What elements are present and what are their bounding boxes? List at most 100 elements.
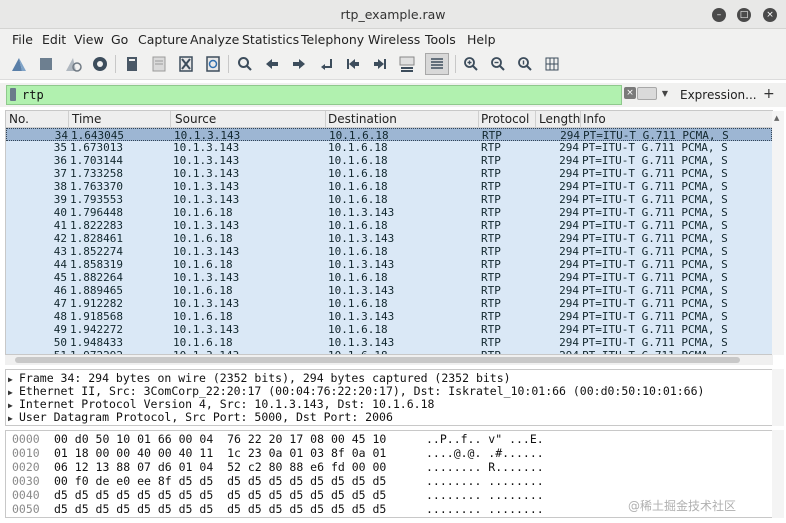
- colorize-packets-icon[interactable]: [425, 53, 449, 75]
- packet-list-scrollbar[interactable]: ▲: [772, 111, 784, 355]
- packet-source: 10.1.3.143: [174, 129, 241, 141]
- menu-telephony[interactable]: Telephony: [301, 32, 364, 47]
- packet-row-selected[interactable]: 34 1.643045 10.1.3.143 10.1.6.18 RTP 294 PT=IT…: [6, 128, 772, 141]
- byte-offset[interactable]: 0010: [12, 447, 40, 460]
- byte-ascii[interactable]: ........ R.......: [426, 461, 544, 474]
- column-divider[interactable]: [68, 111, 69, 128]
- packet-row[interactable]: 45 1.882264 10.1.3.143 10.1.6.18 RTP 294 PT=IT…: [6, 271, 772, 284]
- stop-capture-icon[interactable]: [36, 54, 56, 74]
- byte-offset[interactable]: 0040: [12, 489, 40, 502]
- column-divider[interactable]: [478, 111, 479, 128]
- packet-row[interactable]: 35 1.673013 10.1.3.143 10.1.6.18 RTP 294 PT=IT…: [6, 141, 772, 154]
- column-header-length[interactable]: Length: [539, 112, 580, 126]
- expand-arrow-icon[interactable]: ▶: [8, 425, 19, 426]
- byte-ascii[interactable]: ........ ........: [426, 475, 544, 488]
- packet-list-horizontal-scrollbar[interactable]: [5, 355, 773, 365]
- scroll-up-arrow-icon[interactable]: ▲: [774, 114, 782, 122]
- byte-offset[interactable]: 0030: [12, 475, 40, 488]
- packet-row[interactable]: 38 1.763370 10.1.3.143 10.1.6.18 RTP 294 PT=IT…: [6, 180, 772, 193]
- zoom-in-icon[interactable]: [461, 54, 481, 74]
- column-divider[interactable]: [325, 111, 326, 128]
- column-header-time[interactable]: Time: [72, 112, 101, 126]
- go-back-icon[interactable]: [262, 54, 282, 74]
- packet-row[interactable]: 43 1.852274 10.1.3.143 10.1.6.18 RTP 294 PT=IT…: [6, 245, 772, 258]
- column-divider[interactable]: [535, 111, 536, 128]
- menu-analyze[interactable]: Analyze: [190, 32, 239, 47]
- save-file-icon[interactable]: [149, 54, 169, 74]
- capture-options-icon[interactable]: [90, 54, 110, 74]
- open-file-icon[interactable]: [122, 54, 142, 74]
- byte-hex[interactable]: d5 d5 d5 d5 d5 d5 d5 d5 d5 d5 d5 d5 d5 d…: [54, 503, 386, 516]
- detail-tree-item[interactable]: ▶Real-Time Transport Protocol: [8, 424, 213, 426]
- resize-columns-icon[interactable]: [542, 54, 562, 74]
- packet-list[interactable]: No. Time Source Destination Protocol Len…: [5, 110, 773, 355]
- packet-row[interactable]: 49 1.942272 10.1.3.143 10.1.6.18 RTP 294 PT=IT…: [6, 323, 772, 336]
- menu-tools[interactable]: Tools: [425, 32, 456, 47]
- byte-offset[interactable]: 0050: [12, 503, 40, 516]
- packet-row[interactable]: 48 1.918568 10.1.6.18 10.1.3.143 RTP 294 PT=IT…: [6, 310, 772, 323]
- column-header-source[interactable]: Source: [175, 112, 216, 126]
- menu-view[interactable]: View: [74, 32, 104, 47]
- column-divider[interactable]: [580, 111, 581, 128]
- packet-row[interactable]: 37 1.733258 10.1.3.143 10.1.6.18 RTP 294 PT=IT…: [6, 167, 772, 180]
- menu-edit[interactable]: Edit: [42, 32, 66, 47]
- column-header-destination[interactable]: Destination: [328, 112, 397, 126]
- last-packet-icon[interactable]: [370, 54, 390, 74]
- menu-help[interactable]: Help: [467, 32, 496, 47]
- packet-row[interactable]: 42 1.828461 10.1.6.18 10.1.3.143 RTP 294 PT=IT…: [6, 232, 772, 245]
- bytes-scrollbar[interactable]: [772, 430, 784, 518]
- restart-capture-icon[interactable]: [63, 54, 83, 74]
- byte-ascii[interactable]: ..P..f.. v" ...E.: [426, 433, 544, 446]
- byte-offset[interactable]: 0000: [12, 433, 40, 446]
- zoom-out-icon[interactable]: [488, 54, 508, 74]
- details-scrollbar[interactable]: [772, 369, 784, 426]
- packet-row[interactable]: 40 1.796448 10.1.6.18 10.1.3.143 RTP 294 PT=IT…: [6, 206, 772, 219]
- column-header-info[interactable]: Info: [583, 112, 606, 126]
- packet-row[interactable]: 46 1.889465 10.1.6.18 10.1.3.143 RTP 294 PT=IT…: [6, 284, 772, 297]
- add-filter-button[interactable]: +: [763, 86, 775, 102]
- close-button[interactable]: ×: [763, 8, 777, 22]
- packet-row[interactable]: 44 1.858319 10.1.6.18 10.1.3.143 RTP 294 PT=IT…: [6, 258, 772, 271]
- byte-offset[interactable]: 0020: [12, 461, 40, 474]
- zoom-normal-icon[interactable]: [515, 54, 535, 74]
- expression-button[interactable]: Expression...: [680, 88, 757, 102]
- byte-ascii[interactable]: ........ ........: [426, 489, 544, 502]
- menu-go[interactable]: Go: [111, 32, 128, 47]
- clear-filter-icon[interactable]: ×: [624, 87, 636, 99]
- packet-row[interactable]: 39 1.793553 10.1.3.143 10.1.6.18 RTP 294 PT=IT…: [6, 193, 772, 206]
- close-file-icon[interactable]: [176, 54, 196, 74]
- go-to-packet-icon[interactable]: [316, 54, 336, 74]
- minimize-button[interactable]: –: [712, 8, 726, 22]
- filter-history-dropdown-icon[interactable]: ▼: [659, 87, 671, 100]
- byte-ascii[interactable]: ....@.@. .#......: [426, 447, 544, 460]
- column-header-no[interactable]: No.: [9, 112, 29, 126]
- packet-row[interactable]: 41 1.822283 10.1.3.143 10.1.6.18 RTP 294 PT=IT…: [6, 219, 772, 232]
- shark-fin-start-icon[interactable]: [9, 54, 29, 74]
- column-header-protocol[interactable]: Protocol: [481, 112, 529, 126]
- byte-hex[interactable]: 01 18 00 00 40 00 40 11 1c 23 0a 01 03 8…: [54, 447, 386, 460]
- auto-scroll-icon[interactable]: [397, 54, 417, 74]
- packet-row[interactable]: 36 1.703144 10.1.3.143 10.1.6.18 RTP 294 PT=IT…: [6, 154, 772, 167]
- horizontal-scroll-thumb[interactable]: [15, 357, 740, 363]
- display-filter-input[interactable]: rtp: [6, 85, 622, 105]
- menu-file[interactable]: File: [12, 32, 33, 47]
- column-divider[interactable]: [170, 111, 171, 128]
- filter-bookmark-icon[interactable]: [10, 88, 16, 101]
- byte-hex[interactable]: d5 d5 d5 d5 d5 d5 d5 d5 d5 d5 d5 d5 d5 d…: [54, 489, 386, 502]
- apply-filter-button[interactable]: [637, 87, 657, 100]
- packet-row[interactable]: 50 1.948433 10.1.6.18 10.1.3.143 RTP 294 PT=IT…: [6, 336, 772, 349]
- byte-hex[interactable]: 00 d0 50 10 01 66 00 04 76 22 20 17 08 0…: [54, 433, 386, 446]
- menu-wireless[interactable]: Wireless: [368, 32, 420, 47]
- maximize-button[interactable]: □: [737, 8, 751, 22]
- menu-statistics[interactable]: Statistics: [242, 32, 299, 47]
- reload-file-icon[interactable]: [203, 54, 223, 74]
- byte-ascii[interactable]: ........ ........: [426, 503, 544, 516]
- go-forward-icon[interactable]: [289, 54, 309, 74]
- byte-hex[interactable]: 00 f0 de e0 ee 8f d5 d5 d5 d5 d5 d5 d5 d…: [54, 475, 386, 488]
- find-packet-icon[interactable]: [235, 54, 255, 74]
- packet-row[interactable]: 47 1.912282 10.1.3.143 10.1.6.18 RTP 294 PT=IT…: [6, 297, 772, 310]
- packet-details-pane[interactable]: ▶ Frame 34: 294 bytes on wire (2352 bits)…: [5, 369, 773, 426]
- menu-capture[interactable]: Capture: [138, 32, 188, 47]
- first-packet-icon[interactable]: [343, 54, 363, 74]
- byte-hex[interactable]: 06 12 13 88 07 d6 01 04 52 c2 80 88 e6 f…: [54, 461, 386, 474]
